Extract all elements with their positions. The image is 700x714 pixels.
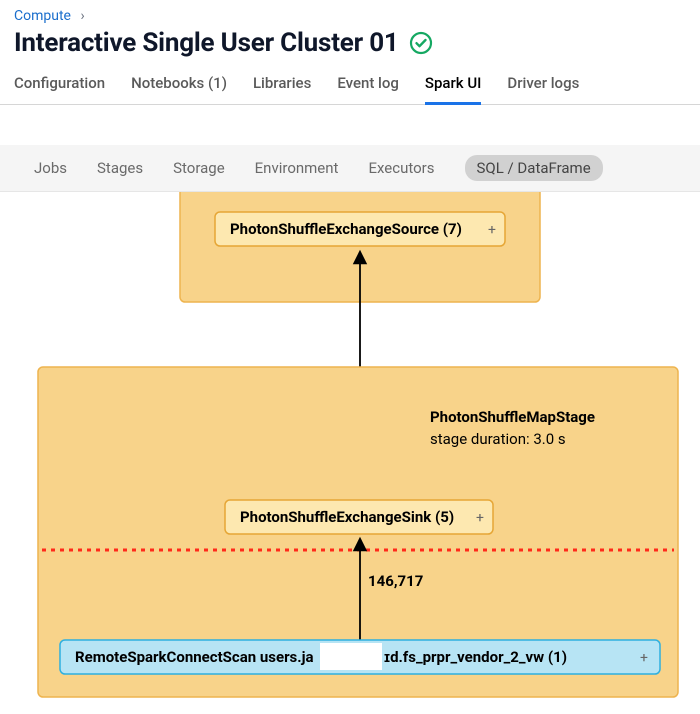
tab-event-log[interactable]: Event log	[337, 68, 399, 104]
tab-spark-ui[interactable]: Spark UI	[425, 68, 482, 105]
primary-tabs: Configuration Notebooks (1) Libraries Ev…	[0, 68, 700, 105]
dag-map-stage-duration: stage duration: 3.0 s	[430, 430, 566, 448]
dag-map-stage-title: PhotonShuffleMapStage	[430, 408, 595, 426]
spark-nav-jobs[interactable]: Jobs	[34, 159, 67, 177]
dag-node-scan-label: RemoteSparkConnectScan users.ja	[75, 648, 314, 666]
redaction-block	[320, 643, 382, 670]
tab-configuration[interactable]: Configuration	[14, 68, 105, 104]
spark-nav-storage[interactable]: Storage	[173, 159, 225, 177]
spark-nav-environment[interactable]: Environment	[255, 159, 339, 177]
dag-node-scan-label-tail: ɪd.fs_prpr_vendor_2_vw (1)	[384, 648, 567, 666]
spark-nav-stages[interactable]: Stages	[97, 159, 143, 177]
dag-edge-bottom-label: 146,717	[368, 572, 423, 590]
tab-libraries[interactable]: Libraries	[253, 68, 311, 104]
title-row: Interactive Single User Cluster 01	[0, 28, 700, 68]
check-circle-icon	[409, 31, 433, 55]
spark-nav-sql-dataframe[interactable]: SQL / DataFrame	[465, 155, 603, 181]
plus-icon[interactable]: +	[476, 510, 484, 526]
plus-icon[interactable]: +	[488, 222, 496, 238]
tab-notebooks[interactable]: Notebooks (1)	[131, 68, 227, 104]
dag-diagram[interactable]: PhotonShuffleExchangeSource (7) + 200 Ph…	[0, 192, 700, 712]
dag-node-source-label: PhotonShuffleExchangeSource (7)	[230, 220, 462, 238]
tab-driver-logs[interactable]: Driver logs	[507, 68, 579, 104]
breadcrumb: Compute ›	[0, 0, 700, 28]
spark-ui-subnav: Jobs Stages Storage Environment Executor…	[0, 145, 700, 192]
spark-nav-executors[interactable]: Executors	[368, 159, 434, 177]
page-title: Interactive Single User Cluster 01	[14, 28, 399, 58]
chevron-right-icon: ›	[80, 8, 84, 24]
plus-icon[interactable]: +	[640, 650, 648, 666]
breadcrumb-root-link[interactable]: Compute	[14, 8, 71, 24]
dag-node-sink-label: PhotonShuffleExchangeSink (5)	[240, 508, 454, 526]
